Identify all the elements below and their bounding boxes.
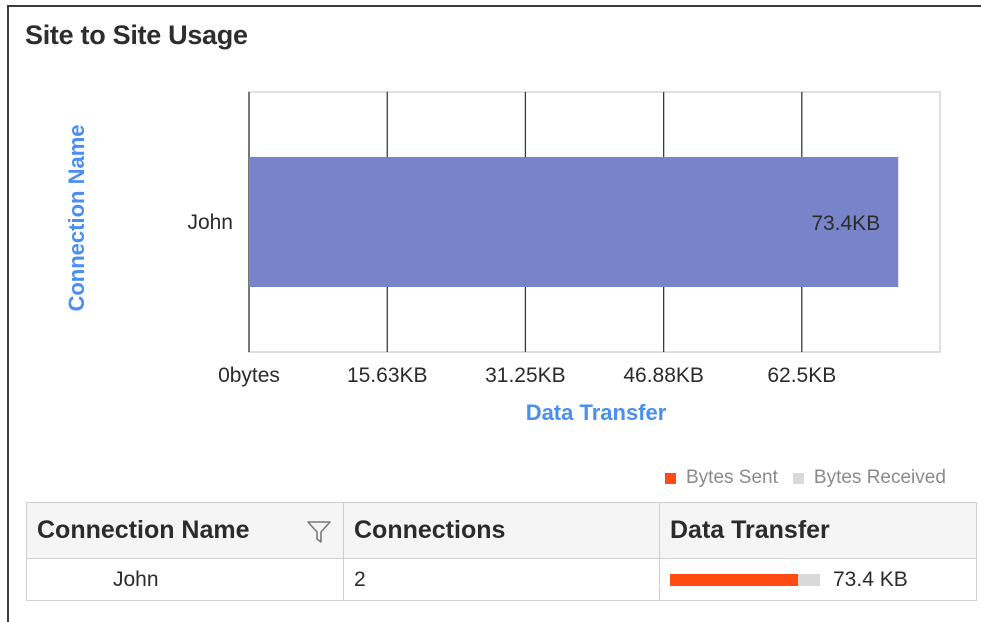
x-tick-label: 62.5KB bbox=[767, 364, 836, 387]
table-row[interactable]: John 2 73.4 KB bbox=[26, 558, 977, 601]
y-tick-label: John bbox=[187, 211, 233, 234]
legend-swatch-bytes-sent bbox=[665, 472, 676, 484]
column-header-connection-name-label: Connection Name bbox=[37, 516, 250, 544]
usage-table: Connection Name Connections Data Transfe… bbox=[26, 502, 977, 601]
data-transfer-bar bbox=[670, 573, 820, 586]
bytes-sent-bar-fill bbox=[670, 573, 798, 586]
table-header-row: Connection Name Connections Data Transfe… bbox=[26, 502, 977, 559]
filter-icon[interactable] bbox=[305, 517, 333, 545]
legend-label-bytes-sent: Bytes Sent bbox=[686, 467, 778, 488]
x-axis-title: Data Transfer bbox=[526, 400, 667, 425]
legend-label-bytes-received: Bytes Received bbox=[813, 467, 946, 488]
legend-item-bytes-received[interactable]: Bytes Received bbox=[792, 467, 946, 489]
data-transfer-value: 73.4 KB bbox=[833, 567, 908, 591]
column-header-connections[interactable]: Connections bbox=[343, 502, 660, 559]
x-tick-label: 31.25KB bbox=[485, 364, 566, 387]
chart-legend: Bytes Sent Bytes Received bbox=[665, 466, 946, 490]
cell-connection-name: John bbox=[26, 558, 344, 601]
cell-data-transfer: 73.4 KB bbox=[659, 558, 977, 601]
legend-swatch-bytes-received bbox=[792, 472, 804, 484]
legend-item-bytes-sent[interactable]: Bytes Sent bbox=[665, 467, 778, 489]
x-tick-label: 46.88KB bbox=[623, 364, 704, 387]
y-axis-title: Connection Name bbox=[64, 124, 89, 311]
column-header-connection-name[interactable]: Connection Name bbox=[26, 502, 344, 559]
usage-chart: 73.4KB John 0bytes 15.63KB 31.25KB 46.88KB 62.… bbox=[64, 91, 941, 425]
column-header-data-transfer[interactable]: Data Transfer bbox=[659, 502, 977, 559]
cell-connections: 2 bbox=[343, 558, 660, 601]
x-tick-label: 15.63KB bbox=[347, 364, 428, 387]
x-tick-label: 0bytes bbox=[218, 364, 280, 387]
bar bbox=[249, 157, 899, 287]
bar-data-label: 73.4KB bbox=[811, 212, 880, 235]
